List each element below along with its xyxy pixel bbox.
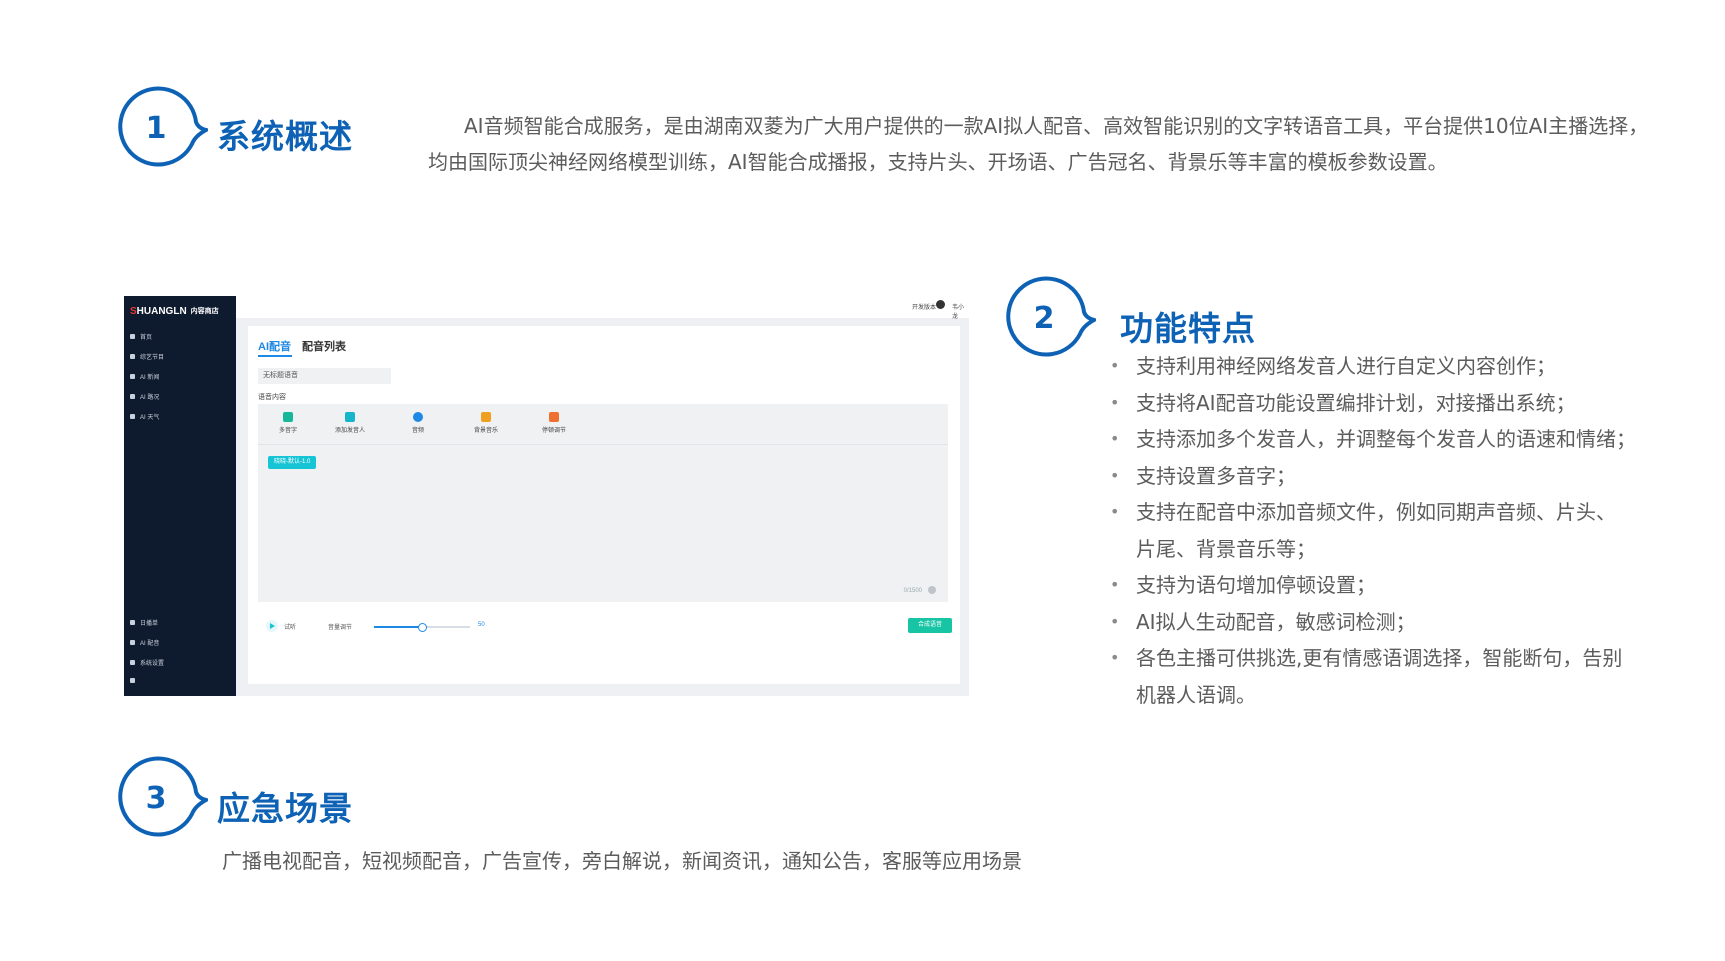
dev-version-dropdown[interactable]: 开发版本 <box>912 302 936 311</box>
polyphone-button[interactable]: 多音字 <box>258 412 318 434</box>
sidebar: S HUANGLN 内容商店 首页 综艺节目 AI 新闻 AI 路况 AI 天气 日… <box>124 296 236 696</box>
microphone-icon <box>130 640 135 645</box>
volume-slider[interactable] <box>374 623 470 632</box>
app-logo: S HUANGLN 内容商店 <box>130 305 219 317</box>
editor-toolbar: 多音字 添加发音人 音频 背景音乐 停顿调节 <box>258 404 948 445</box>
nav-item-ai-traffic[interactable]: AI 路况 <box>130 392 159 401</box>
pause-icon <box>549 412 559 422</box>
section1-number: 1 <box>145 110 167 146</box>
list-item: • 支持为语句增加停顿设置； <box>1110 573 1376 597</box>
section1-line1: AI音频智能合成服务，是由湖南双菱为广大用户提供的一款AI拟人配音、高效智能识别… <box>464 114 1649 138</box>
calendar-icon <box>130 620 135 625</box>
title-input[interactable]: 无标题语音 <box>258 368 391 384</box>
audio-button[interactable]: 音频 <box>388 412 448 434</box>
list-item: • 支持在配音中添加音频文件，例如同期声音频、片头、 片尾、背景音乐等； <box>1110 500 1616 561</box>
user-name[interactable]: 韦小龙 <box>952 302 969 320</box>
volume-knob[interactable] <box>418 623 427 632</box>
section3-badge: 3 <box>116 754 208 844</box>
section2-number: 2 <box>1033 300 1055 336</box>
topbar: 开发版本 韦小龙 <box>236 296 969 320</box>
music-icon <box>481 412 491 422</box>
section1-line2: 均由国际顶尖神经网络模型训练，AI智能合成播报，支持片头、开场语、广告冠名、背景… <box>428 150 1448 174</box>
volume-label: 音量调节 <box>328 625 353 631</box>
nav-item-home[interactable]: 首页 <box>130 332 152 341</box>
add-speaker-icon <box>345 412 355 422</box>
clear-icon[interactable] <box>928 586 936 594</box>
nav-item-schedule[interactable]: 日播单 <box>130 618 158 627</box>
audio-icon <box>413 412 423 422</box>
feature-list: • 支持利用神经网络发音人进行自定义内容创作； • 支持将AI配音功能设置编排计划，… <box>1110 348 1670 713</box>
list-item: • 支持添加多个发音人，并调整每个发音人的语速和情绪； <box>1110 427 1636 451</box>
nav-item-ai-dubbing[interactable]: AI 配音 <box>130 638 159 647</box>
section3-title: 应急场景 <box>217 789 353 828</box>
background-music-button[interactable]: 背景音乐 <box>456 412 516 434</box>
app-screenshot: S HUANGLN 内容商店 首页 综艺节目 AI 新闻 AI 路况 AI 天气 日… <box>124 296 969 696</box>
char-count: 0/1500 <box>903 588 922 594</box>
volume-fill <box>374 626 422 628</box>
content-editor[interactable]: 多音字 添加发音人 音频 背景音乐 停顿调节 晓晓-默认-1.0 0/1500 <box>258 404 948 602</box>
avatar[interactable] <box>936 300 945 309</box>
section1-badge: 1 <box>116 84 208 174</box>
news-icon <box>130 374 135 379</box>
volume-value: 50 <box>478 622 485 628</box>
section3-number: 3 <box>145 780 167 816</box>
list-item: • AI拟人生动配音，敏感词检测； <box>1110 609 1416 634</box>
list-item: • 支持利用神经网络发音人进行自定义内容创作； <box>1110 354 1556 378</box>
navigation-icon <box>130 394 135 399</box>
active-tab-indicator <box>258 355 292 357</box>
menu-icon <box>130 678 135 683</box>
tab-ai-dubbing[interactable]: AI配音 <box>258 338 291 354</box>
nav-item-variety[interactable]: 综艺节目 <box>130 352 164 361</box>
section2-badge: 2 <box>1004 274 1096 364</box>
section3-text: 广播电视配音，短视频配音，广告宣传，旁白解说，新闻资讯，通知公告，客服等应用场景 <box>222 849 1022 873</box>
list-item: • 支持设置多音字； <box>1110 463 1296 488</box>
content-label: 语音内容 <box>258 394 286 401</box>
tab-dubbing-list[interactable]: 配音列表 <box>302 338 346 354</box>
pause-adjust-button[interactable]: 停顿调节 <box>524 412 584 434</box>
play-icon[interactable] <box>266 620 278 632</box>
add-speaker-button[interactable]: 添加发音人 <box>320 412 380 434</box>
nav-item-ai-weather[interactable]: AI 天气 <box>130 412 159 421</box>
list-item: • 各色主播可供挑选,更有情感语调选择，智能断句，告别 机器人语调。 <box>1110 646 1623 707</box>
cloud-icon <box>130 414 135 419</box>
section1-title: 系统概述 <box>217 117 353 156</box>
listen-label: 试听 <box>284 625 297 631</box>
nav-item-ai-news[interactable]: AI 新闻 <box>130 372 159 381</box>
collapse-menu-button[interactable] <box>130 678 140 683</box>
tv-icon <box>130 354 135 359</box>
home-icon <box>130 334 135 339</box>
nav-item-settings[interactable]: 系统设置 <box>130 658 164 667</box>
section2-title: 功能特点 <box>1120 309 1256 348</box>
synthesize-button[interactable]: 合成语音 <box>908 618 952 633</box>
speaker-tag[interactable]: 晓晓-默认-1.0 <box>268 456 317 469</box>
polyphone-icon <box>283 412 293 422</box>
gear-icon <box>130 660 135 665</box>
list-item: • 支持将AI配音功能设置编排计划，对接播出系统； <box>1110 390 1576 415</box>
dubbing-card: AI配音 配音列表 无标题语音 语音内容 多音字 添加发音人 音频 背景音乐 停… <box>248 326 960 684</box>
